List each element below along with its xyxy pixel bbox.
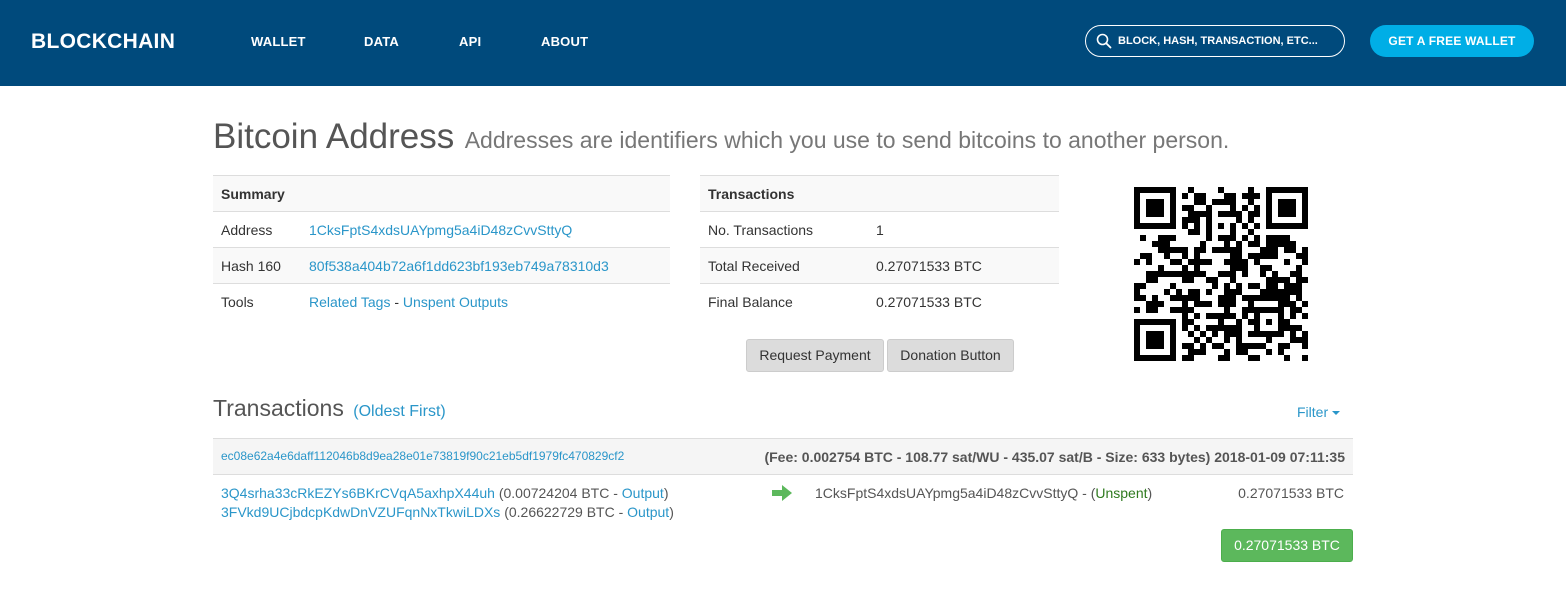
total-received-label: Total Received — [700, 247, 868, 284]
oldest-first-link[interactable]: (Oldest First) — [353, 403, 445, 420]
caret-down-icon — [1332, 411, 1341, 416]
hash160-label: Hash 160 — [213, 247, 301, 284]
final-balance-value: 0.27071533 BTC — [868, 283, 1059, 320]
summary-heading: Summary — [213, 175, 670, 212]
hash160-link[interactable]: 80f538a404b72a6f1dd623bf193eb749a78310d3 — [309, 258, 609, 274]
donation-button[interactable]: Donation Button — [887, 339, 1014, 372]
address-link[interactable]: 1CksFptS4xdsUAYpmg5a4iD48zCvvSttyQ — [309, 222, 572, 238]
tx-input-address-link[interactable]: 3Q4srha33cRkEZYs6BKrCVqA5axhpX44uh — [221, 485, 495, 501]
nav-wallet[interactable]: WALLET — [251, 34, 306, 49]
tx-output-row: 1CksFptS4xdsUAYpmg5a4iD48zCvvSttyQ - (Un… — [815, 485, 1152, 501]
transactions-table: Transactions No. Transactions 1 Total Re… — [700, 175, 1059, 320]
tools-separator: - — [390, 293, 403, 310]
arrow-right-icon — [772, 485, 792, 501]
tx-total-badge[interactable]: 0.27071533 BTC — [1221, 529, 1353, 562]
related-tags-link[interactable]: Related Tags — [309, 294, 390, 310]
nav-about[interactable]: ABOUT — [541, 34, 588, 49]
tx-output-amount: 0.27071533 BTC — [1238, 485, 1344, 501]
nav-data[interactable]: DATA — [364, 34, 399, 49]
tx-count-label: No. Transactions — [700, 211, 868, 248]
tx-output-sep: - ( — [1078, 485, 1096, 501]
nav-api[interactable]: API — [459, 34, 481, 49]
top-navbar: BLOCKCHAIN WALLET DATA API ABOUT GET A F… — [0, 0, 1566, 86]
tx-input-amount: (0.26622729 BTC - — [500, 504, 628, 520]
page-subtitle: Addresses are identifiers which you use … — [464, 127, 1230, 153]
tx-count-value: 1 — [868, 211, 1059, 248]
tx-input-row: 3Q4srha33cRkEZYs6BKrCVqA5axhpX44uh (0.00… — [221, 485, 669, 501]
page-heading: Bitcoin Address Addresses are identifier… — [213, 117, 1229, 157]
tools-label: Tools — [213, 283, 301, 320]
get-free-wallet-button[interactable]: GET A FREE WALLET — [1370, 25, 1534, 57]
transactions-section-heading: Transactions (Oldest First) — [213, 395, 446, 422]
unspent-outputs-link[interactable]: Unspent Outputs — [403, 294, 508, 310]
tx-input-row: 3FVkd9UCjbdcpKdwDnVZUFqnNxTkwiLDXs (0.26… — [221, 504, 674, 520]
transactions-heading: Transactions — [700, 175, 1059, 212]
transactions-section-title: Transactions — [213, 395, 344, 421]
tx-input-output-link[interactable]: Output — [627, 504, 669, 520]
tx-meta: (Fee: 0.002754 BTC - 108.77 sat/WU - 435… — [764, 449, 1345, 465]
total-received-value: 0.27071533 BTC — [868, 247, 1059, 284]
qr-code-icon — [1134, 187, 1308, 361]
tx-input-output-link[interactable]: Output — [622, 485, 664, 501]
summary-table: Summary Address 1CksFptS4xdsUAYpmg5a4iD4… — [213, 175, 670, 320]
tx-input-amount: (0.00724204 BTC - — [494, 485, 622, 501]
tx-hash-link[interactable]: ec08e62a4e6daff112046b8d9ea28e01e73819f9… — [221, 449, 624, 463]
tx-input-address-link[interactable]: 3FVkd9UCjbdcpKdwDnVZUFqnNxTkwiLDXs — [221, 504, 500, 520]
search-box[interactable] — [1085, 25, 1345, 57]
final-balance-label: Final Balance — [700, 283, 868, 320]
search-input[interactable] — [1118, 32, 1328, 50]
page-title: Bitcoin Address — [213, 117, 455, 156]
blockchain-logo[interactable]: BLOCKCHAIN — [31, 30, 175, 54]
filter-dropdown[interactable]: Filter — [1297, 404, 1341, 420]
search-icon — [1096, 33, 1112, 49]
tx-output-close: ) — [1147, 485, 1153, 501]
tx-header-row: ec08e62a4e6daff112046b8d9ea28e01e73819f9… — [213, 438, 1353, 475]
tx-input-close: ) — [663, 485, 669, 501]
address-label: Address — [213, 211, 301, 248]
request-payment-button[interactable]: Request Payment — [746, 339, 884, 372]
tx-output-address: 1CksFptS4xdsUAYpmg5a4iD48zCvvSttyQ — [815, 485, 1079, 501]
unspent-status: Unspent — [1095, 485, 1148, 501]
filter-label: Filter — [1297, 404, 1329, 420]
tx-input-close: ) — [669, 504, 674, 520]
